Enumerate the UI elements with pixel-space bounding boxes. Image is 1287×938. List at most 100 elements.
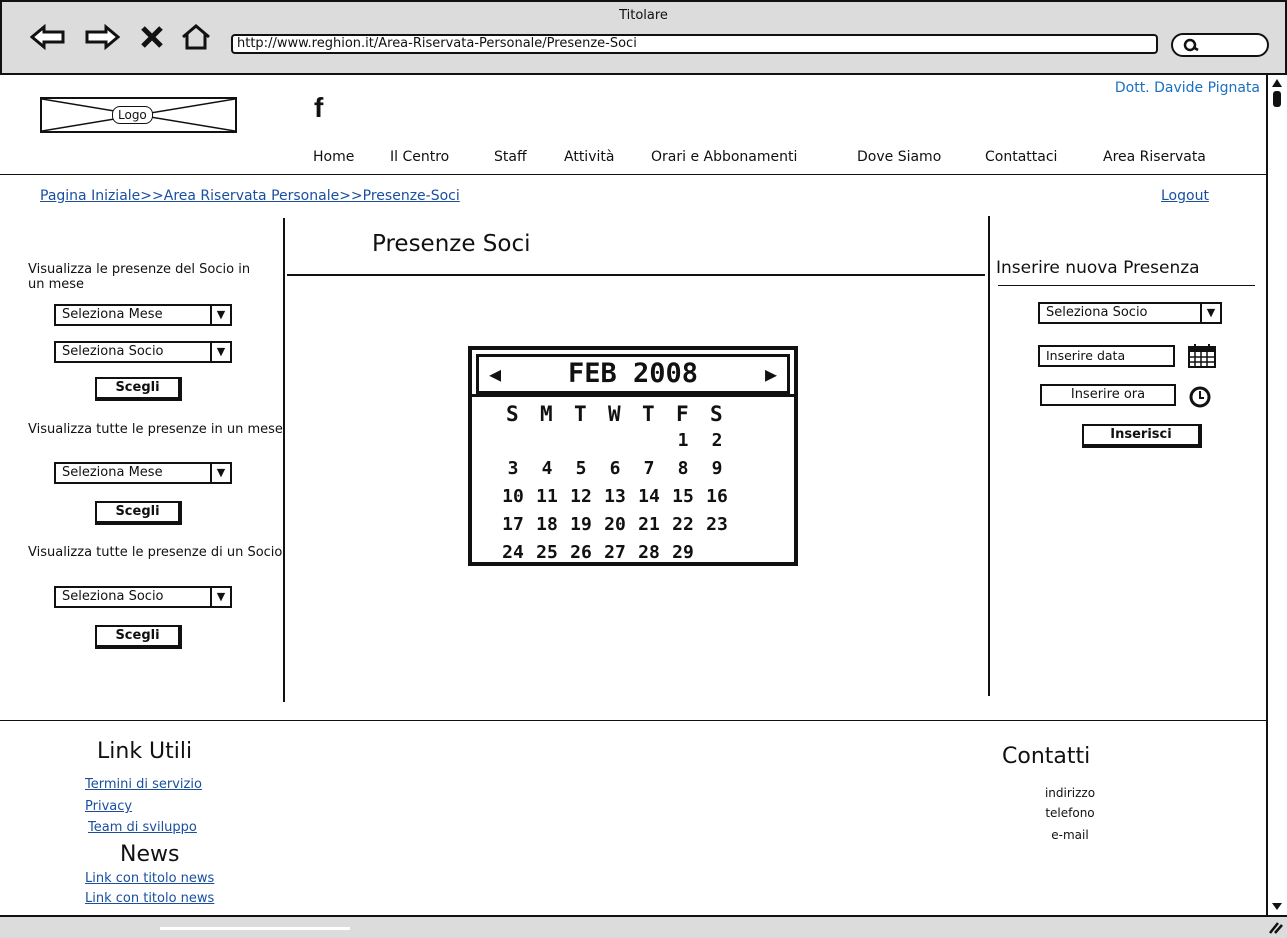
left-select-month-2[interactable]: Seleziona Mese ▼ — [54, 462, 232, 484]
header-divider — [0, 174, 1266, 175]
calendar-day[interactable]: 24 — [498, 542, 528, 563]
nav-attivita[interactable]: Attività — [564, 149, 614, 165]
home-icon[interactable] — [180, 24, 212, 56]
calendar-weekday: W — [608, 402, 621, 426]
logout-link[interactable]: Logout — [1161, 188, 1209, 204]
left-column-divider — [283, 218, 285, 702]
select-value: Seleziona Socio — [62, 589, 164, 604]
chevron-down-icon[interactable]: ▼ — [210, 304, 232, 326]
calendar-day[interactable]: 13 — [600, 486, 630, 507]
clock-icon[interactable] — [1188, 385, 1212, 413]
calendar-day[interactable]: 19 — [566, 514, 596, 535]
calendar-day[interactable]: 1 — [668, 430, 698, 451]
left-select-member-1[interactable]: Seleziona Socio ▼ — [54, 341, 232, 363]
scroll-up-icon[interactable] — [1270, 77, 1284, 109]
select-value: Seleziona Socio — [62, 344, 164, 359]
calendar[interactable]: ◀ FEB 2008 ▶ S M T W T F S 1 2 3 4 5 6 7 8 9 10 11 12 13 14 1… — [468, 346, 798, 566]
window-title: Titolare — [619, 8, 668, 23]
calendar-day[interactable]: 21 — [634, 514, 664, 535]
calendar-day[interactable]: 2 — [702, 430, 732, 451]
calendar-day[interactable]: 20 — [600, 514, 630, 535]
calendar-day[interactable]: 6 — [600, 458, 630, 479]
time-input[interactable]: Inserire ora — [1040, 384, 1176, 406]
left-select-member-3[interactable]: Seleziona Socio ▼ — [54, 586, 232, 608]
user-name[interactable]: Dott. Davide Pignata — [1060, 80, 1260, 96]
select-value: Seleziona Mese — [62, 307, 163, 322]
left-section1-text: Visualizza le presenze del Socio in un m… — [28, 262, 251, 292]
calendar-day[interactable]: 27 — [600, 542, 630, 563]
calendar-day[interactable]: 29 — [668, 542, 698, 563]
back-icon[interactable] — [29, 23, 66, 56]
nav-home[interactable]: Home — [313, 149, 354, 165]
calendar-day[interactable]: 18 — [532, 514, 562, 535]
left-choose-button-3[interactable]: Scegli — [95, 625, 182, 649]
right-select-member[interactable]: Seleziona Socio ▼ — [1038, 302, 1222, 324]
calendar-weekday: T — [574, 402, 587, 426]
url-bar[interactable]: http://www.reghion.it/Area-Riservata-Per… — [231, 34, 1158, 54]
breadcrumb[interactable]: Pagina Iniziale>>Area Riservata Personal… — [40, 188, 460, 204]
stop-icon[interactable] — [140, 24, 164, 56]
prev-month-icon[interactable]: ◀ — [489, 357, 501, 391]
footer-link-team[interactable]: Team di sviluppo — [88, 820, 197, 835]
left-choose-button-1[interactable]: Scegli — [95, 377, 182, 401]
left-select-month-1[interactable]: Seleziona Mese ▼ — [54, 304, 232, 326]
calendar-weekday: S — [506, 402, 519, 426]
logo-label: Logo — [112, 106, 153, 124]
calendar-day[interactable]: 10 — [498, 486, 528, 507]
next-month-icon[interactable]: ▶ — [765, 357, 777, 391]
nav-area-riservata[interactable]: Area Riservata — [1103, 149, 1206, 165]
insert-button[interactable]: Inserisci — [1082, 424, 1202, 448]
footer-news-link[interactable]: Link con titolo news — [85, 891, 214, 906]
calendar-day[interactable]: 7 — [634, 458, 664, 479]
calendar-day[interactable]: 4 — [532, 458, 562, 479]
select-value: Seleziona Mese — [62, 465, 163, 480]
footer-link-privacy[interactable]: Privacy — [85, 799, 132, 814]
calendar-day[interactable]: 16 — [702, 486, 732, 507]
calendar-month-label: FEB 2008 — [567, 358, 699, 389]
chevron-down-icon[interactable]: ▼ — [210, 586, 232, 608]
nav-dove-siamo[interactable]: Dove Siamo — [857, 149, 941, 165]
left-section2-text: Visualizza tutte le presenze in un mese — [28, 422, 283, 437]
calendar-icon[interactable] — [1187, 343, 1217, 373]
main-title-divider — [287, 274, 985, 276]
browser-search[interactable] — [1171, 33, 1269, 57]
footer-contact-address: indirizzo — [1044, 786, 1096, 800]
forward-icon[interactable] — [84, 23, 121, 56]
footer-divider — [0, 720, 1266, 721]
chevron-down-icon[interactable]: ▼ — [210, 462, 232, 484]
left-choose-button-2[interactable]: Scegli — [95, 501, 182, 525]
footer-link-terms[interactable]: Termini di servizio — [85, 777, 202, 792]
calendar-day[interactable]: 14 — [634, 486, 664, 507]
calendar-day[interactable]: 9 — [702, 458, 732, 479]
calendar-day[interactable]: 22 — [668, 514, 698, 535]
right-title-divider — [998, 285, 1255, 286]
calendar-day[interactable]: 11 — [532, 486, 562, 507]
calendar-day[interactable]: 8 — [668, 458, 698, 479]
resize-grip-icon[interactable] — [1266, 919, 1284, 935]
select-value: Seleziona Socio — [1046, 305, 1148, 320]
calendar-weekday: S — [710, 402, 723, 426]
footer-news-link[interactable]: Link con titolo news — [85, 871, 214, 886]
calendar-day[interactable]: 28 — [634, 542, 664, 563]
calendar-day[interactable]: 26 — [566, 542, 596, 563]
date-input[interactable]: Inserire data — [1038, 345, 1175, 367]
calendar-day[interactable]: 23 — [702, 514, 732, 535]
calendar-day[interactable]: 25 — [532, 542, 562, 563]
chevron-down-icon[interactable]: ▼ — [210, 341, 232, 363]
vertical-scrollbar[interactable] — [1266, 75, 1287, 915]
calendar-day[interactable]: 17 — [498, 514, 528, 535]
horizontal-scroll-thumb[interactable] — [160, 927, 350, 930]
calendar-day[interactable]: 5 — [566, 458, 596, 479]
scroll-down-icon[interactable] — [1270, 901, 1284, 911]
calendar-weekday: T — [642, 402, 655, 426]
calendar-day[interactable]: 12 — [566, 486, 596, 507]
calendar-day[interactable]: 3 — [498, 458, 528, 479]
calendar-day[interactable]: 15 — [668, 486, 698, 507]
nav-contattaci[interactable]: Contattaci — [985, 149, 1057, 165]
nav-il-centro[interactable]: Il Centro — [390, 149, 449, 165]
chevron-down-icon[interactable]: ▼ — [1200, 302, 1222, 324]
calendar-divider — [472, 394, 794, 397]
facebook-icon[interactable]: f — [314, 92, 323, 124]
nav-staff[interactable]: Staff — [494, 149, 527, 165]
nav-orari-abbonamenti[interactable]: Orari e Abbonamenti — [651, 149, 797, 165]
